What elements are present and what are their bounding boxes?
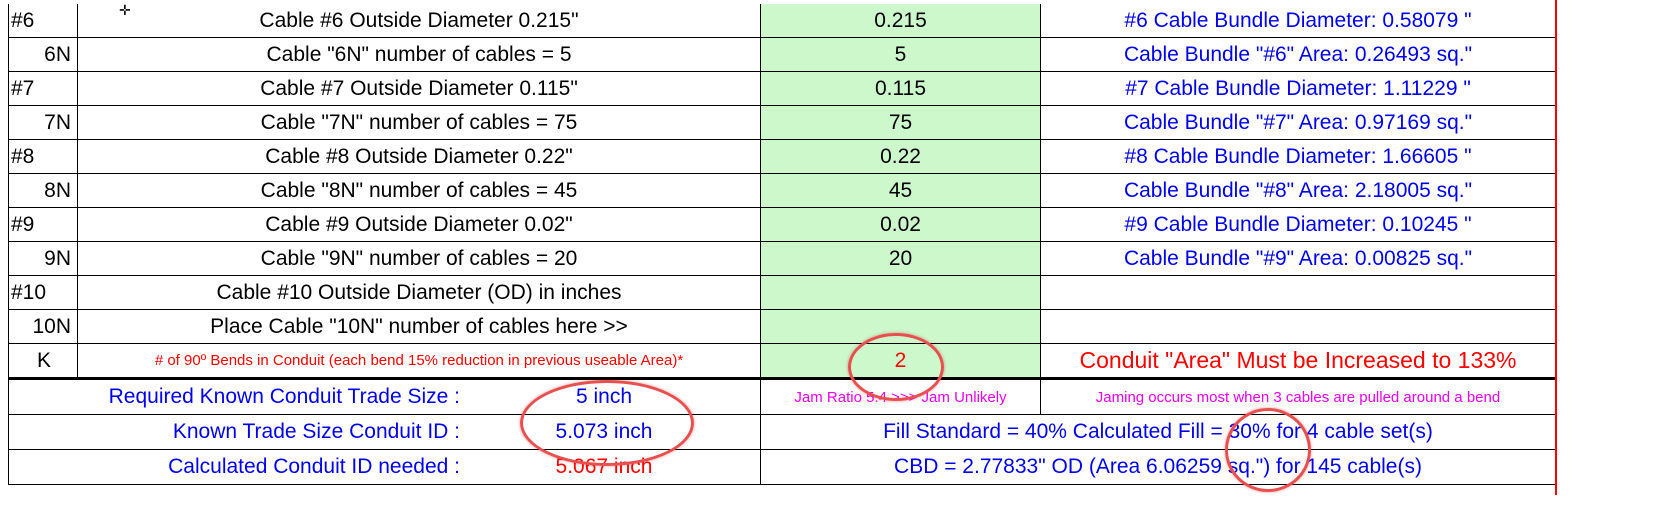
- input-cell[interactable]: 20: [761, 242, 1041, 275]
- row-label: Cable #6 Outside Diameter 0.215": [78, 4, 761, 37]
- row-id: 9N: [8, 242, 78, 275]
- result-cell: #9 Cable Bundle Diameter: 0.10245 ": [1041, 208, 1556, 241]
- row-id: #9: [8, 208, 78, 241]
- row-id: #7: [8, 72, 78, 105]
- row-label: Cable #7 Outside Diameter 0.115": [78, 72, 761, 105]
- summary-label: Calculated Conduit ID needed :: [168, 455, 460, 478]
- row-id: #6: [8, 4, 78, 37]
- row-id: #10: [8, 276, 78, 309]
- annotation-circle-trade-size: [520, 380, 694, 466]
- row-id: K: [8, 344, 78, 377]
- result-cell: Cable Bundle "#8" Area: 2.18005 sq.": [1041, 174, 1556, 207]
- summary-label: Known Trade Size Conduit ID :: [172, 420, 460, 443]
- input-cell[interactable]: 0.22: [761, 140, 1041, 173]
- result-cell: #8 Cable Bundle Diameter: 1.66605 ": [1041, 140, 1556, 173]
- input-cell[interactable]: 45: [761, 174, 1041, 207]
- input-cell[interactable]: 0.215: [761, 4, 1041, 37]
- result-cell: Cable Bundle "#7" Area: 0.97169 sq.": [1041, 106, 1556, 139]
- table-row: #10 Cable #10 Outside Diameter (OD) in i…: [8, 276, 1556, 310]
- input-cell[interactable]: 0.115: [761, 72, 1041, 105]
- row-id: 6N: [8, 38, 78, 71]
- cbd-result: CBD = 2.77833" OD (Area 6.06259 sq.") fo…: [761, 450, 1556, 484]
- table-row: #8 Cable #8 Outside Diameter 0.22" 0.22 …: [8, 140, 1556, 174]
- bends-label: # of 90º Bends in Conduit (each bend 15%…: [78, 344, 761, 377]
- row-id: 7N: [8, 106, 78, 139]
- row-label: Cable #10 Outside Diameter (OD) in inche…: [78, 276, 761, 309]
- annotation-circle-bends: [848, 333, 944, 401]
- cursor-icon: ✛: [119, 2, 131, 18]
- row-label: Cable "7N" number of cables = 75: [78, 106, 761, 139]
- table-row: 7N Cable "7N" number of cables = 75 75 C…: [8, 106, 1556, 140]
- summary-label: Required Known Conduit Trade Size :: [108, 385, 460, 408]
- table-row: #9 Cable #9 Outside Diameter 0.02" 0.02 …: [8, 208, 1556, 242]
- result-cell: [1041, 276, 1556, 309]
- result-cell: #7 Cable Bundle Diameter: 1.11229 ": [1041, 72, 1556, 105]
- table-row: 6N Cable "6N" number of cables = 5 5 Cab…: [8, 38, 1556, 72]
- result-cell: Cable Bundle "#9" Area: 0.00825 sq.": [1041, 242, 1556, 275]
- row-label: Cable "8N" number of cables = 45: [78, 174, 761, 207]
- page-break-line: [1555, 0, 1557, 495]
- annotation-circle-fill: [1225, 408, 1311, 492]
- jam-note: Jaming occurs most when 3 cables are pul…: [1041, 380, 1556, 414]
- input-cell[interactable]: 0.02: [761, 208, 1041, 241]
- row-label: Place Cable "10N" number of cables here …: [78, 310, 761, 343]
- summary-row: Required Known Conduit Trade Size :5 inc…: [8, 380, 1556, 415]
- result-cell: [1041, 310, 1556, 343]
- table-row: #7 Cable #7 Outside Diameter 0.115" 0.11…: [8, 72, 1556, 106]
- result-cell: Cable Bundle "#6" Area: 0.26493 sq.": [1041, 38, 1556, 71]
- input-cell[interactable]: 5: [761, 38, 1041, 71]
- bends-result: Conduit "Area" Must be Increased to 133%: [1041, 344, 1556, 377]
- table-row: #6 Cable #6 Outside Diameter 0.215" 0.21…: [8, 4, 1556, 38]
- input-cell[interactable]: [761, 276, 1041, 309]
- row-id: 10N: [8, 310, 78, 343]
- result-cell: #6 Cable Bundle Diameter: 0.58079 ": [1041, 4, 1556, 37]
- row-id: #8: [8, 140, 78, 173]
- row-label: Cable "9N" number of cables = 20: [78, 242, 761, 275]
- fill-result: Fill Standard = 40% Calculated Fill = 30…: [761, 415, 1556, 449]
- summary-row: Known Trade Size Conduit ID :5.073 inch F…: [8, 415, 1556, 450]
- summary-row: Calculated Conduit ID needed :5.067 inch…: [8, 450, 1556, 485]
- table-row: 9N Cable "9N" number of cables = 20 20 C…: [8, 242, 1556, 276]
- row-label: Cable #8 Outside Diameter 0.22": [78, 140, 761, 173]
- row-label: Cable #9 Outside Diameter 0.02": [78, 208, 761, 241]
- table-row: 10N Place Cable "10N" number of cables h…: [8, 310, 1556, 344]
- row-id: 8N: [8, 174, 78, 207]
- input-cell[interactable]: 75: [761, 106, 1041, 139]
- table-row: 8N Cable "8N" number of cables = 45 45 C…: [8, 174, 1556, 208]
- bends-row: K # of 90º Bends in Conduit (each bend 1…: [8, 344, 1556, 380]
- row-label: Cable "6N" number of cables = 5: [78, 38, 761, 71]
